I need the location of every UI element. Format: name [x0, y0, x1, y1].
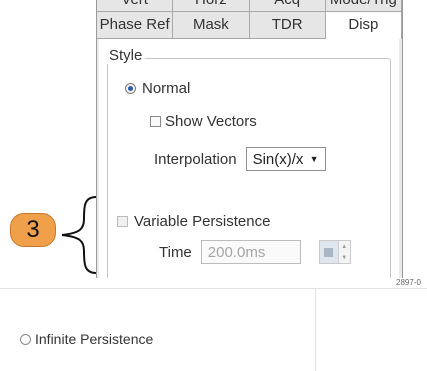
disp-tab-content: Style Normal Show Vectors Interpolation … — [99, 39, 399, 278]
variable-persistence-row[interactable]: Variable Persistence — [117, 213, 270, 230]
time-row: Time 200.0ms ▲ ▼ — [159, 240, 351, 264]
show-vectors-checkbox[interactable] — [150, 116, 161, 127]
callout-number: 3 — [26, 216, 40, 243]
spin-down-icon[interactable]: ▼ — [339, 252, 350, 263]
divider-vertical — [315, 289, 316, 371]
normal-label: Normal — [142, 80, 191, 97]
variable-persistence-label: Variable Persistence — [134, 213, 271, 230]
tab-mask[interactable]: Mask — [173, 12, 250, 39]
infinite-persistence-label: Infinite Persistence — [35, 331, 154, 347]
dropdown-arrow-icon: ▼ — [309, 154, 319, 164]
tab-row: Phase Ref Mask TDR Disp — [97, 12, 402, 39]
time-value: 200.0ms — [207, 243, 266, 261]
show-vectors-label: Show Vectors — [165, 113, 257, 130]
keypad-icon[interactable] — [319, 241, 339, 263]
tab-acq[interactable]: Acq — [249, 0, 326, 12]
interpolation-row: Interpolation Sin(x)/x ▼ — [154, 147, 326, 171]
top-tab-row: Vert Horz Acq Mode/Trig — [97, 0, 402, 12]
tab-horz[interactable]: Horz — [173, 0, 250, 12]
brace-icon — [61, 196, 97, 274]
callout-badge: 3 — [10, 213, 56, 247]
infinite-persistence-row[interactable]: Infinite Persistence — [20, 331, 153, 347]
display-settings-panel: Vert Horz Acq Mode/Trig Phase Ref Mask T… — [96, 0, 403, 278]
divider-horizontal — [0, 288, 427, 289]
time-input[interactable]: 200.0ms — [200, 240, 301, 264]
style-legend: Style — [106, 47, 146, 64]
tab-tdr[interactable]: TDR — [249, 12, 326, 39]
variable-persistence-checkbox[interactable] — [117, 216, 128, 227]
spin-up-icon[interactable]: ▲ — [339, 241, 350, 252]
tab-vert[interactable]: Vert — [97, 0, 174, 12]
time-label: Time — [159, 243, 192, 261]
tab-disp[interactable]: Disp — [325, 12, 402, 39]
normal-radio-row[interactable]: Normal — [125, 80, 190, 97]
tab-phase-ref[interactable]: Phase Ref — [97, 12, 174, 39]
show-vectors-row[interactable]: Show Vectors — [150, 113, 257, 130]
tab-mode-trig[interactable]: Mode/Trig — [325, 0, 402, 12]
interpolation-label: Interpolation — [154, 150, 237, 168]
figure-id: 2897-0 — [396, 278, 421, 287]
normal-radio[interactable] — [125, 83, 136, 94]
interpolation-value: Sin(x)/x — [252, 150, 304, 168]
time-spinner[interactable]: ▲ ▼ — [318, 240, 351, 264]
interpolation-select[interactable]: Sin(x)/x ▼ — [245, 147, 326, 171]
infinite-persistence-radio[interactable] — [20, 333, 31, 345]
